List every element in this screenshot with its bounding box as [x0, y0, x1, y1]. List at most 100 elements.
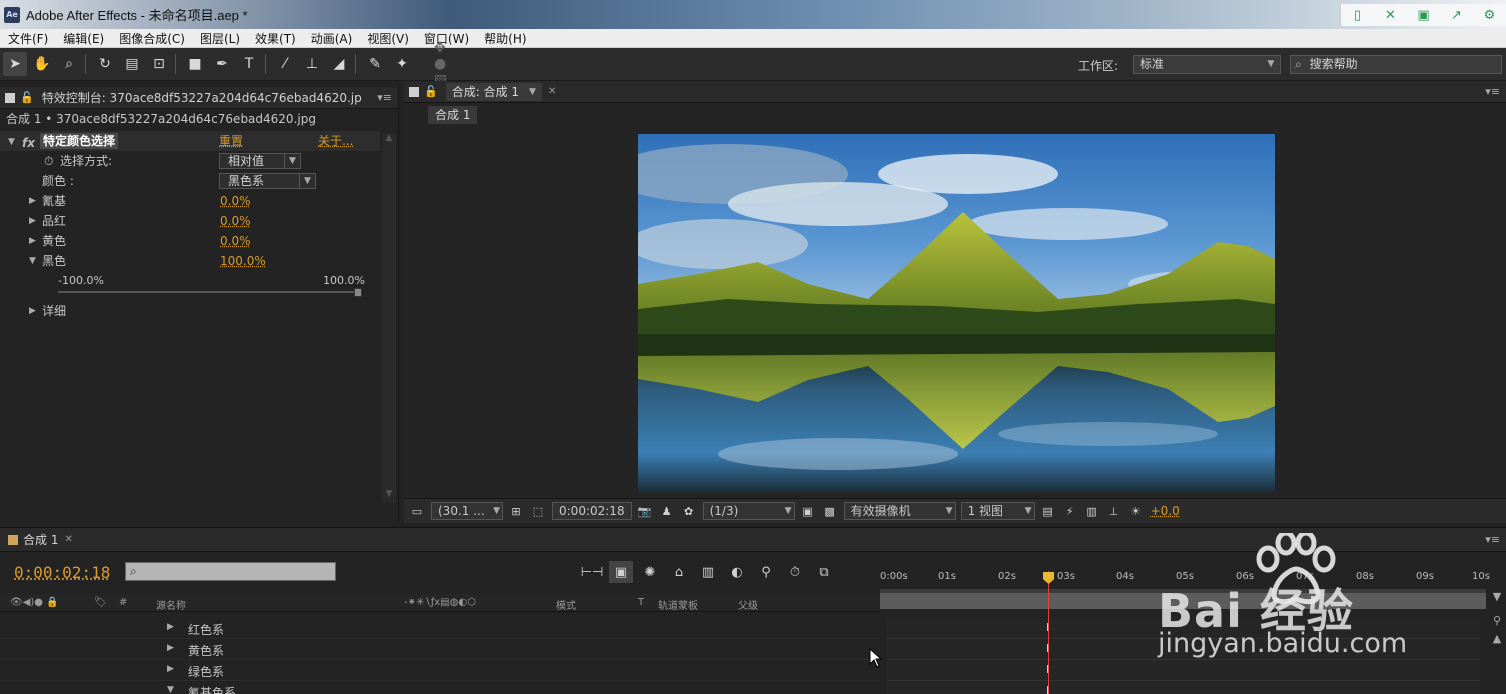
lock-icon[interactable]: 🔓	[20, 91, 34, 104]
zoom-dropdown[interactable]: (30.1 ... ▼	[431, 502, 503, 520]
region-of-interest-icon[interactable]: ▣	[799, 502, 817, 520]
menu-view[interactable]: 视图(V)	[359, 30, 416, 47]
column-mode[interactable]: 模式	[556, 597, 576, 612]
panel-menu-icon[interactable]: ▾≡	[1485, 533, 1500, 546]
workspace-dropdown[interactable]: 标准 ▼	[1133, 55, 1281, 74]
safe-margins-icon[interactable]: ⊞	[507, 502, 525, 520]
search-help-input[interactable]: ⌕ 搜索帮助	[1290, 55, 1502, 74]
layer-track[interactable]	[887, 681, 1480, 694]
expand-triangle-icon[interactable]: ▶	[167, 622, 174, 632]
yellow-value[interactable]: 0.0%	[220, 231, 251, 251]
color-dropdown[interactable]: 黑色系 ▼	[219, 173, 316, 189]
menu-file[interactable]: 文件(F)	[0, 30, 55, 47]
shy-layers-icon[interactable]: ⌂	[667, 561, 691, 583]
expand-triangle-icon[interactable]: ▶	[29, 231, 36, 251]
show-snapshot-icon[interactable]: ♟	[658, 502, 676, 520]
expand-triangle-icon[interactable]: ▶	[29, 301, 36, 321]
fast-previews-icon[interactable]: ⚡	[1061, 502, 1079, 520]
reset-exposure-icon[interactable]: ☀	[1127, 502, 1145, 520]
toggle-pixel-aspect-icon[interactable]: ▤	[1039, 502, 1057, 520]
roto-brush-tool-icon[interactable]: ✎	[363, 52, 387, 76]
time-ruler[interactable]: 0:00s 01s 02s 03s 04s 05s 06s 07s 08s 09…	[880, 559, 1490, 589]
hand-tool-icon[interactable]: ✋	[30, 52, 54, 76]
timeline-icon[interactable]: ▥	[1083, 502, 1101, 520]
effect-controls-tab[interactable]: 特效控制台: 370ace8df53227a204d64c76ebad4620.…	[42, 89, 362, 106]
method-dropdown[interactable]: 相对值 ▼	[219, 153, 301, 169]
always-preview-icon[interactable]: ▭	[408, 502, 426, 520]
expand-triangle-icon[interactable]: ▶	[29, 211, 36, 231]
timeline-current-time[interactable]: 0:00:02:18	[14, 563, 110, 582]
composition-tab[interactable]: 合成: 合成 1 ▼	[445, 82, 542, 101]
zoom-triangle-icon[interactable]: ▼	[1488, 590, 1506, 603]
frame-blending-icon[interactable]: ▥	[696, 561, 720, 583]
pan-behind-tool-icon[interactable]: ⊡	[147, 52, 171, 76]
panel-menu-icon[interactable]: ▾≡	[377, 91, 392, 104]
clone-stamp-tool-icon[interactable]: ⊥	[300, 52, 324, 76]
menu-composition[interactable]: 图像合成(C)	[111, 30, 192, 47]
effects-scrollbar[interactable]: ▲ ▼	[382, 133, 396, 503]
layer-track[interactable]	[887, 618, 1480, 639]
column-track-matte[interactable]: 轨道蒙板	[658, 597, 698, 612]
live-update-icon[interactable]: ▣	[609, 561, 633, 583]
collapse-triangle-icon[interactable]: ▼	[8, 132, 15, 152]
share-icon[interactable]: ↗	[1440, 4, 1473, 26]
timeline-search-input[interactable]: ⌕	[125, 562, 336, 581]
snapshot-camera-icon[interactable]: 📷	[636, 502, 654, 520]
pen-tool-icon[interactable]: ✒	[210, 52, 234, 76]
selection-tool-icon[interactable]: ➤	[3, 52, 27, 76]
brush-tool-icon[interactable]: ⁄	[273, 52, 297, 76]
close-icon[interactable]: ✕	[548, 86, 556, 97]
color-channels-icon[interactable]: ✿	[680, 502, 698, 520]
eraser-tool-icon[interactable]: ◢	[327, 52, 351, 76]
settings-gear-icon[interactable]: ⚙	[1473, 4, 1506, 26]
zoom-tool-icon[interactable]: ⌕	[57, 52, 81, 76]
chevron-down-icon[interactable]: ▼	[529, 83, 536, 101]
mask-visibility-icon[interactable]: ⬚	[529, 502, 547, 520]
stopwatch-icon[interactable]: ⏱	[44, 151, 53, 171]
rotate-tool-icon[interactable]: ↻	[93, 52, 117, 76]
panel-menu-icon[interactable]: ▾≡	[1485, 85, 1500, 98]
menu-layer[interactable]: 图层(L)	[192, 30, 247, 47]
column-parent[interactable]: 父级	[738, 597, 758, 612]
composition-viewer[interactable]	[638, 134, 1275, 492]
lock-icon[interactable]: 🔓	[424, 85, 438, 98]
current-time-display[interactable]: 0:00:02:18	[552, 502, 632, 520]
about-button[interactable]: 关于...	[318, 131, 353, 151]
layer-row[interactable]: ▶ 红色系	[0, 618, 880, 639]
expand-triangle-icon[interactable]: ▶	[167, 643, 174, 653]
work-area-bar[interactable]	[880, 589, 1486, 609]
camera-tool-icon[interactable]: ▤	[120, 52, 144, 76]
menu-help[interactable]: 帮助(H)	[476, 30, 533, 47]
collapse-triangle-icon[interactable]: ▼	[29, 251, 36, 271]
motion-blur-icon[interactable]: ◐	[725, 561, 749, 583]
puppet-pin-tool-icon[interactable]: ✦	[390, 52, 414, 76]
pin-icon[interactable]: ▯	[1341, 4, 1374, 26]
flowchart-icon[interactable]: ⊥	[1105, 502, 1123, 520]
layer-row[interactable]: ▼ 氰基色系	[0, 681, 880, 694]
menu-animation[interactable]: 动画(A)	[303, 30, 360, 47]
scroll-up-icon[interactable]: ▲	[382, 133, 396, 147]
column-source-name[interactable]: 源名称	[156, 597, 186, 612]
black-slider-knob[interactable]	[354, 288, 362, 297]
rectangle-tool-icon[interactable]: ■	[183, 52, 207, 76]
layer-track[interactable]	[887, 639, 1480, 660]
expand-triangle-icon[interactable]: ▶	[167, 664, 174, 674]
collapse-triangle-icon[interactable]: ▼	[167, 685, 174, 694]
layer-row[interactable]: ▶ 黄色系	[0, 639, 880, 660]
close-icon[interactable]: ✕	[64, 534, 72, 545]
menu-effect[interactable]: 效果(T)	[247, 30, 303, 47]
resolution-dropdown[interactable]: (1/3) ▼	[702, 502, 795, 520]
menu-edit[interactable]: 编辑(E)	[55, 30, 111, 47]
text-tool-icon[interactable]: T	[237, 52, 261, 76]
camera-dropdown[interactable]: 有效摄像机 ▼	[843, 502, 956, 520]
save-icon[interactable]: ▣	[1407, 4, 1440, 26]
layer-track[interactable]	[887, 660, 1480, 681]
scroll-down-icon[interactable]: ▼	[382, 489, 396, 503]
comp-marker-icon[interactable]: ⚲	[1488, 614, 1506, 627]
brainstorm-icon[interactable]: ⚲	[754, 561, 778, 583]
magenta-value[interactable]: 0.0%	[220, 211, 251, 231]
expand-triangle-icon[interactable]: ▶	[29, 191, 36, 211]
composition-mini-flowchart-icon[interactable]: ⊢⊣	[580, 561, 604, 583]
cyan-value[interactable]: 0.0%	[220, 191, 251, 211]
layer-row[interactable]: ▶ 绿色系	[0, 660, 880, 681]
